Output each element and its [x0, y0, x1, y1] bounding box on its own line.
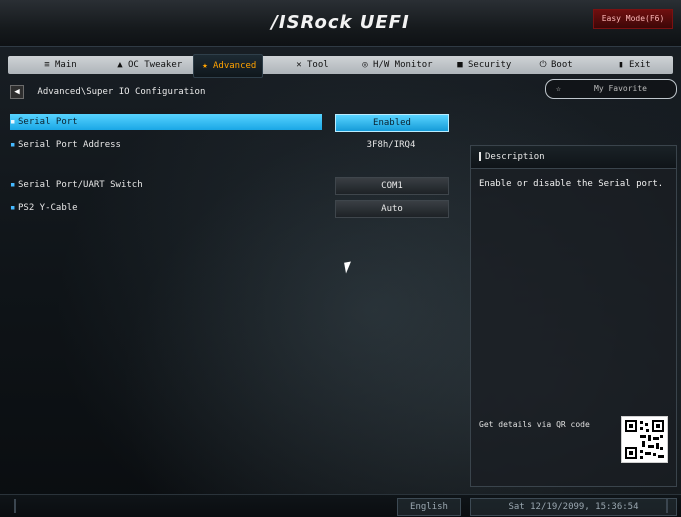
tab-tool[interactable]: ✕ Tool	[294, 56, 329, 74]
description-title-text: Description	[485, 152, 545, 162]
setting-value-serial-port-address: 3F8h/IRQ4	[335, 137, 447, 153]
setting-label: Serial Port	[18, 117, 78, 127]
description-title: Description	[479, 152, 545, 162]
my-favorite-button[interactable]: ☆ My Favorite	[545, 79, 677, 99]
setting-row-serial-port-uart-switch[interactable]: ▪ Serial Port/UART Switch	[10, 177, 322, 193]
row-marker-icon: ▪	[10, 203, 16, 213]
setting-value-serial-port-uart-switch[interactable]: COM1	[335, 177, 449, 195]
setting-row-serial-port-address[interactable]: ▪ Serial Port Address	[10, 137, 322, 153]
description-text: Enable or disable the Serial port.	[479, 179, 664, 189]
tab-exit[interactable]: ▮ Exit	[616, 56, 651, 74]
main-tabs: ≡ Main ▲ OC Tweaker ★ Advanced ✕ Tool ◎ H/W M…	[8, 54, 673, 78]
list-icon: ≡	[44, 60, 50, 70]
bottom-right-tick	[666, 499, 668, 513]
tab-label: Security	[468, 60, 512, 70]
tab-security[interactable]: ■ Security	[455, 56, 511, 74]
tab-label: Advanced	[213, 61, 257, 71]
breadcrumb-text: Advanced\Super IO Configuration	[37, 87, 206, 97]
tab-main[interactable]: ≡ Main	[42, 56, 77, 74]
language-selector[interactable]: English	[397, 498, 461, 516]
tab-label: OC Tweaker	[128, 60, 183, 70]
setting-label: Serial Port Address	[18, 140, 121, 150]
setting-value-serial-port[interactable]: Enabled	[335, 114, 449, 132]
exit-icon: ▮	[618, 60, 624, 70]
bottom-left-tick	[14, 499, 16, 513]
setting-value: COM1	[381, 181, 403, 191]
datetime: Sat 12/19/2099, 15:36:54	[470, 498, 677, 516]
setting-row-ps2-y-cable[interactable]: ▪ PS2 Y-Cable	[10, 200, 322, 216]
row-marker-icon: ▪	[10, 180, 16, 190]
tab-hw-monitor[interactable]: ◎ H/W Monitor	[360, 56, 433, 74]
setting-label: Serial Port/UART Switch	[18, 180, 143, 190]
back-arrow-icon[interactable]: ◀	[10, 84, 24, 99]
favorite-star-icon: ☆	[556, 84, 561, 93]
star-icon: ★	[202, 61, 208, 71]
tab-label: Exit	[629, 60, 651, 70]
setting-value: Enabled	[373, 118, 411, 128]
qr-label: Get details via QR code	[479, 420, 590, 429]
tab-label: H/W Monitor	[373, 60, 433, 70]
bottom-bar: English Sat 12/19/2099, 15:36:54	[0, 494, 681, 517]
row-marker-icon: ▪	[10, 140, 16, 150]
setting-label: PS2 Y-Cable	[18, 203, 78, 213]
tools-icon: ✕	[296, 60, 302, 70]
description-header: Description	[471, 146, 676, 169]
tab-advanced[interactable]: ★ Advanced	[193, 54, 264, 78]
my-favorite-label: My Favorite	[594, 84, 647, 93]
tab-label: Main	[55, 60, 77, 70]
tab-label: Boot	[551, 60, 573, 70]
breadcrumb: ◀ Advanced\Super IO Configuration	[10, 84, 205, 100]
row-marker-icon: ▪	[10, 117, 16, 127]
top-bar: /ISRock UEFI Easy Mode(F6)	[0, 0, 681, 47]
setting-row-serial-port[interactable]: ▪ Serial Port	[10, 114, 322, 130]
lock-icon: ■	[457, 60, 463, 70]
brand-title: /ISRock UEFI	[271, 12, 410, 33]
rocket-icon: ▲	[117, 60, 123, 70]
power-icon: ⏻	[539, 60, 547, 70]
setting-value: Auto	[381, 204, 403, 214]
qr-code-icon	[621, 416, 668, 463]
tab-boot[interactable]: ⏻ Boot	[538, 56, 573, 74]
setting-value: 3F8h/IRQ4	[366, 140, 416, 150]
description-bar-icon	[479, 152, 481, 161]
tab-oc-tweaker[interactable]: ▲ OC Tweaker	[115, 56, 182, 74]
easy-mode-button[interactable]: Easy Mode(F6)	[593, 9, 673, 29]
monitor-icon: ◎	[362, 60, 368, 70]
setting-value-ps2-y-cable[interactable]: Auto	[335, 200, 449, 218]
description-panel: Description Enable or disable the Serial…	[470, 145, 677, 487]
tab-label: Tool	[307, 60, 329, 70]
